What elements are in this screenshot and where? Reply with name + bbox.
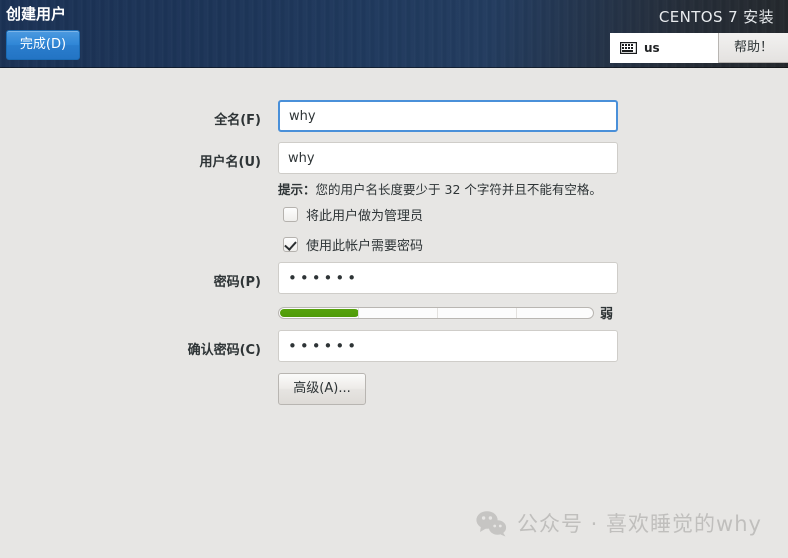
make-admin-checkbox[interactable] [283, 207, 298, 222]
meter-tick [516, 308, 517, 318]
password-input[interactable] [278, 262, 618, 294]
installer-header: 创建用户 完成(D) CENTOS 7 安装 us 帮助！ [0, 0, 788, 68]
done-button[interactable]: 完成(D) [6, 30, 80, 60]
product-title: CENTOS 7 安装 [658, 8, 774, 26]
watermark: 公众号 · 喜欢睡觉的why [476, 508, 762, 538]
page-title: 创建用户 [6, 5, 67, 23]
username-label: 用户名(U) [199, 155, 261, 170]
require-password-checkbox-row[interactable]: 使用此帐户需要密码 [283, 235, 423, 254]
fullname-label: 全名(F) [214, 113, 261, 128]
watermark-text: 公众号 · 喜欢睡觉的why [517, 512, 762, 536]
require-password-label: 使用此帐户需要密码 [306, 239, 424, 254]
password-strength-fill [280, 309, 359, 317]
username-input[interactable] [278, 142, 618, 174]
password-label: 密码(P) [213, 275, 261, 290]
password-strength-meter [278, 307, 594, 319]
username-hint-text: 您的用户名长度要少于 32 个字符并且不能有空格。 [315, 182, 602, 197]
confirm-password-label: 确认密码(C) [187, 343, 261, 358]
password-strength-track [278, 307, 594, 319]
username-hint-prefix: 提示： [278, 182, 316, 197]
username-hint: 提示：您的用户名长度要少于 32 个字符并且不能有空格。 [278, 179, 602, 198]
password-strength-label: 弱 [600, 307, 614, 322]
keyboard-icon [620, 42, 637, 54]
require-password-checkbox[interactable] [283, 237, 298, 252]
make-admin-label: 将此用户做为管理员 [306, 209, 424, 224]
help-button[interactable]: 帮助！ [718, 33, 788, 63]
keyboard-layout-indicator[interactable]: us [610, 33, 718, 63]
wechat-icon [476, 510, 507, 536]
make-admin-checkbox-row[interactable]: 将此用户做为管理员 [283, 205, 423, 224]
keyboard-layout-label: us [644, 41, 660, 55]
confirm-password-input[interactable] [278, 330, 618, 362]
meter-tick [358, 308, 359, 318]
advanced-button[interactable]: 高级(A)... [278, 373, 366, 405]
meter-tick [437, 308, 438, 318]
fullname-input[interactable] [278, 100, 618, 132]
